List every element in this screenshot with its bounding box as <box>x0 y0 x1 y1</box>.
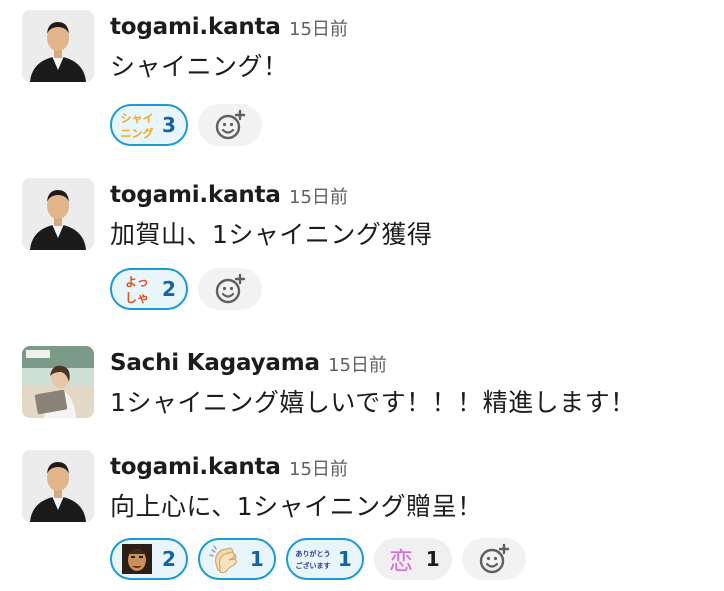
add-reaction-icon <box>215 273 246 304</box>
reactions-bar: 2 1 ありがとう ございます 1 恋 1 <box>110 538 526 580</box>
message-text: 加賀山、1シャイニング獲得 <box>110 220 433 249</box>
emoji-text: ニング <box>121 126 154 140</box>
add-reaction-button[interactable] <box>197 268 262 310</box>
avatar[interactable] <box>22 450 94 522</box>
reaction-count: 1 <box>249 547 264 571</box>
reactions-bar: よっ しゃ 2 <box>110 268 262 310</box>
emoji-text: ございます <box>296 561 330 570</box>
emoji-text: しゃ <box>125 291 149 305</box>
add-reaction-icon <box>215 109 246 140</box>
yossha-emoji-icon: よっ しゃ <box>125 275 149 305</box>
avatar[interactable] <box>22 178 94 250</box>
timestamp[interactable]: 15日前 <box>289 186 348 210</box>
emoji-text: シャイ <box>121 112 154 125</box>
reaction-count: 2 <box>162 547 176 571</box>
message: togami.kanta 15日前 加賀山、1シャイニング獲得 よっ しゃ 2 <box>0 178 724 318</box>
reaction-shining[interactable]: シャイ ニング 3 <box>110 104 188 146</box>
timestamp[interactable]: 15日前 <box>289 18 348 42</box>
message-feed: togami.kanta 15日前 シャイニング！ シャイ ニング 3 toga… <box>0 0 724 591</box>
user-name[interactable]: Sachi Kagayama <box>110 348 320 378</box>
timestamp[interactable]: 15日前 <box>289 458 348 482</box>
emoji-text: ありがとう <box>296 549 330 558</box>
koi-emoji-icon: 恋 <box>389 547 413 575</box>
add-reaction-button[interactable] <box>461 538 526 580</box>
message-text: シャイニング！ <box>110 52 289 81</box>
reaction-koi[interactable]: 恋 1 <box>373 538 452 580</box>
user-name[interactable]: togami.kanta <box>110 180 281 210</box>
message-text: 向上心に、1シャイニング贈呈！ <box>110 492 483 521</box>
add-reaction-button[interactable] <box>197 104 262 146</box>
message: togami.kanta 15日前 シャイニング！ シャイ ニング 3 <box>0 10 724 150</box>
reactions-bar: シャイ ニング 3 <box>110 104 262 146</box>
shining-emoji-icon: シャイ ニング <box>121 112 154 140</box>
timestamp[interactable]: 15日前 <box>328 354 387 378</box>
user-name[interactable]: togami.kanta <box>110 12 281 42</box>
reaction-arigatou[interactable]: ありがとう ございます 1 <box>285 538 364 580</box>
clapping-hands-icon <box>209 545 237 573</box>
arigatou-emoji-icon: ありがとう ございます <box>296 549 330 570</box>
message: Sachi Kagayama 15日前 1シャイニング嬉しいです！！！精進します… <box>0 346 724 426</box>
message-text: 1シャイニング嬉しいです！！！精進します！ <box>110 388 636 417</box>
reaction-yossha[interactable]: よっ しゃ 2 <box>110 268 188 310</box>
reaction-count: 2 <box>162 277 176 301</box>
avatar[interactable] <box>22 346 94 418</box>
reaction-count: 3 <box>162 113 176 137</box>
emoji-text: よっ <box>125 275 149 289</box>
avatar[interactable] <box>22 10 94 82</box>
reaction-count: 1 <box>425 547 440 571</box>
emoji-text: 恋 <box>389 547 413 575</box>
reaction-count: 1 <box>337 547 352 571</box>
add-reaction-icon <box>479 543 509 574</box>
message: togami.kanta 15日前 向上心に、1シャイニング贈呈！ 2 1 あり… <box>0 450 724 591</box>
reaction-clapping-hands[interactable]: 1 <box>197 538 276 580</box>
user-name[interactable]: togami.kanta <box>110 452 281 482</box>
face-emoji-icon <box>122 544 152 574</box>
reaction-face[interactable]: 2 <box>110 538 188 580</box>
